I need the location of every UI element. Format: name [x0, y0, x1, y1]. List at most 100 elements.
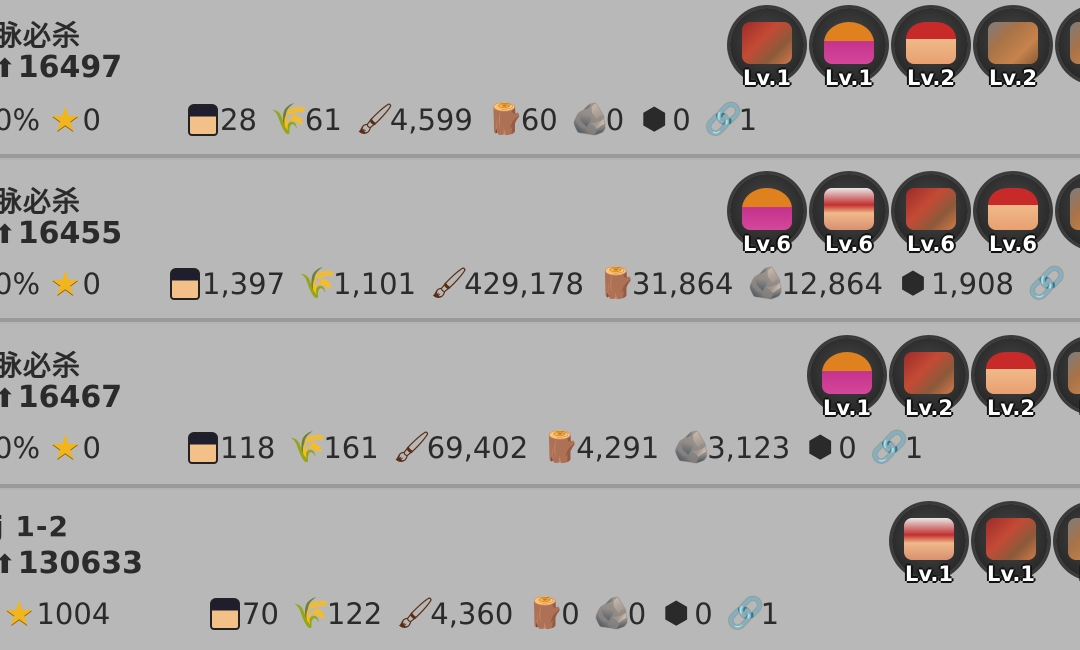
wood-value: 60	[520, 103, 558, 137]
star-count: 1004	[36, 597, 111, 631]
hero-roster: Lv.1 Lv.1 Lv.2 Lv.2 Lv	[730, 8, 1080, 98]
power-arrow-icon: ⬆	[0, 550, 16, 580]
art-value: 429,178	[464, 267, 584, 301]
hero-avatar[interactable]: Lv.6	[976, 174, 1050, 256]
art-value: 4,360	[430, 597, 514, 631]
hero-level: Lv.1	[905, 562, 953, 586]
row-title: 脉必杀	[0, 349, 82, 382]
star-icon: ★	[4, 594, 35, 634]
brush-icon: 🖌	[430, 266, 469, 301]
row-power: ⬆16455	[0, 216, 122, 251]
chain-link-icon: 🔗	[704, 102, 743, 137]
coal-icon: ⬢	[663, 596, 690, 631]
coal-value: 0	[672, 103, 691, 137]
hero-level: Lv.2	[987, 396, 1035, 420]
chain-link-icon: 🔗	[870, 430, 909, 465]
hero-avatar[interactable]: Lv.2	[976, 8, 1050, 90]
population-value: 118	[220, 431, 276, 465]
hero-level: Lv.1	[743, 66, 791, 90]
person-icon	[210, 598, 240, 630]
hero-avatar[interactable]: Lv.6	[730, 174, 804, 256]
row-title: j 1-2	[0, 510, 69, 543]
hero-level: Lv	[1056, 562, 1080, 586]
power-arrow-icon: ⬆	[0, 384, 16, 414]
star-icon: ★	[50, 264, 81, 304]
art-value: 4,599	[389, 103, 473, 137]
star-icon: ★	[50, 100, 81, 140]
population-value: 70	[242, 597, 279, 631]
person-icon	[170, 268, 200, 300]
hero-avatar[interactable]: Lv	[1058, 8, 1080, 82]
hero-avatar[interactable]: Lv	[1056, 504, 1080, 586]
hero-level: Lv.2	[907, 66, 955, 90]
stone-value: 12,864	[781, 267, 883, 301]
wood-log-icon: 🪵	[527, 596, 565, 631]
row-title: 脉必杀	[0, 19, 82, 52]
wood-log-icon: 🪵	[598, 266, 636, 301]
hero-avatar[interactable]: Lv.2	[894, 8, 968, 90]
hero-level: Lv	[1058, 66, 1080, 90]
resource-bar: 28 🌾 61 🖌 4,599 🪵 60 🪨 0 ⬢ 0 🔗 1	[188, 100, 771, 140]
food-value: 61	[304, 103, 342, 137]
hero-level: Lv.6	[743, 232, 791, 256]
row-power: ⬆16497	[0, 50, 122, 85]
wheat-icon: 🌾	[289, 430, 327, 465]
power-arrow-icon: ⬆	[0, 54, 16, 84]
list-row-3[interactable]: j 1-2 ⬆130633 ★ 1004 70 🌾 122 🖌 4,360 🪵 0 🪨…	[0, 490, 1080, 650]
chain-link-icon: 🔗	[1028, 266, 1066, 301]
hero-avatar[interactable]: Lv	[1056, 338, 1080, 420]
coal-value: 0	[838, 431, 857, 465]
row-progress: 0% ★ 0	[0, 428, 101, 468]
coal-icon: ⬢	[807, 430, 834, 465]
list-row-0[interactable]: 脉必杀 ⬆16497 0% ★ 0 28 🌾 61 🖌 4,599 🪵 60 🪨 0 ⬢…	[0, 0, 1080, 158]
hero-avatar[interactable]: Lv.2	[892, 338, 966, 420]
hero-level: Lv.1	[825, 66, 873, 90]
hero-avatar[interactable]: Lv	[1058, 174, 1080, 248]
hero-avatar[interactable]: Lv.1	[810, 338, 884, 420]
list-row-2[interactable]: 脉必杀 ⬆16467 0% ★ 0 118 🌾 161 🖌 69,402 🪵 4,29…	[0, 324, 1080, 488]
food-value: 1,101	[333, 267, 417, 301]
stone-icon: 🪨	[571, 102, 610, 137]
coal-icon: ⬢	[641, 102, 668, 137]
hero-level: Lv.2	[905, 396, 953, 420]
hero-avatar[interactable]: Lv.1	[812, 8, 886, 90]
wood-value: 31,864	[632, 267, 734, 301]
stone-icon: 🪨	[673, 430, 711, 465]
coal-icon: ⬢	[899, 266, 927, 301]
chain-link-icon: 🔗	[726, 596, 765, 631]
hero-level: Lv	[1056, 396, 1080, 420]
food-value: 161	[323, 431, 379, 465]
row-power: ⬆130633	[0, 546, 143, 581]
population-value: 1,397	[202, 267, 286, 301]
hero-avatar[interactable]: Lv.1	[892, 504, 966, 586]
food-value: 122	[326, 597, 383, 631]
person-icon	[188, 104, 218, 136]
hero-level: Lv.6	[825, 232, 873, 256]
brush-icon: 🖌	[355, 102, 394, 137]
power-arrow-icon: ⬆	[0, 220, 16, 250]
row-title: 脉必杀	[0, 185, 82, 218]
stone-value: 3,123	[707, 431, 791, 465]
hero-avatar[interactable]: Lv.1	[974, 504, 1048, 586]
list-row-1[interactable]: 脉必杀 ⬆16455 0% ★ 0 1,397 🌾 1,101 🖌 429,178 …	[0, 160, 1080, 322]
hero-level: Lv.1	[823, 396, 871, 420]
population-value: 28	[220, 103, 257, 137]
hero-avatar[interactable]: Lv.6	[812, 174, 886, 256]
wheat-icon: 🌾	[292, 596, 331, 631]
hero-avatar[interactable]: Lv.2	[974, 338, 1048, 420]
row-progress: 0% ★ 0	[0, 264, 101, 304]
stone-icon: 🪨	[593, 596, 632, 631]
resource-bar: 70 🌾 122 🖌 4,360 🪵 0 🪨 0 ⬢ 0 🔗 1	[210, 594, 793, 634]
hero-avatar[interactable]: Lv.6	[894, 174, 968, 256]
wheat-icon: 🌾	[270, 102, 309, 137]
progress-percent: 0%	[0, 431, 41, 465]
wheat-icon: 🌾	[299, 266, 337, 301]
star-count: 0	[82, 267, 101, 301]
hero-avatar[interactable]: Lv.1	[730, 8, 804, 90]
wood-value: 4,291	[576, 431, 660, 465]
stone-icon: 🪨	[747, 266, 785, 301]
progress-percent: 0%	[0, 103, 41, 137]
hero-level: Lv.6	[989, 232, 1037, 256]
brush-icon: 🖌	[392, 430, 431, 465]
star-icon: ★	[50, 428, 81, 468]
